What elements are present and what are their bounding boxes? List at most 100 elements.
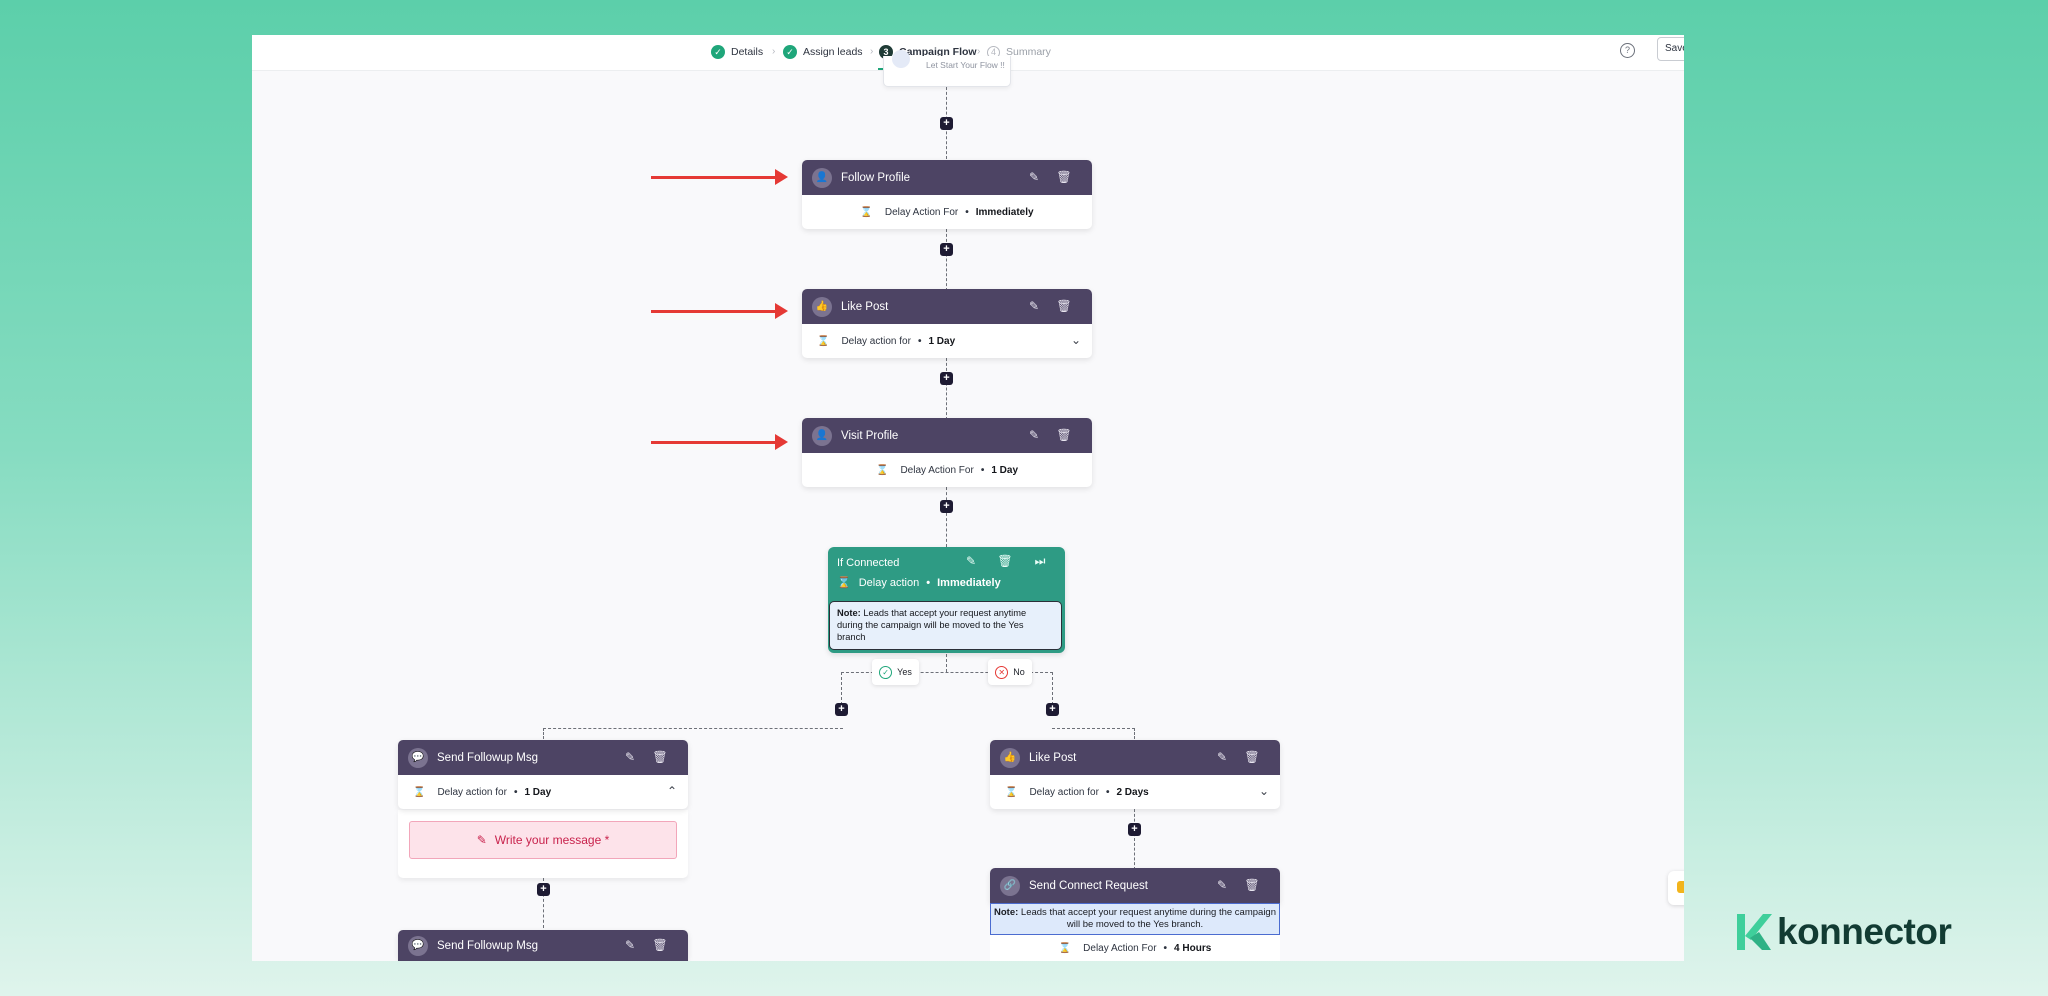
- step-details[interactable]: ✓ Details: [711, 41, 763, 63]
- delay-value: Immediately: [975, 206, 1034, 218]
- separator-dot: •: [1163, 942, 1168, 954]
- user-icon: 👤: [812, 425, 832, 446]
- node-header: 🔗 Send Connect Request ✎ 🗑: [990, 868, 1280, 903]
- node-like-post[interactable]: 👍 Like Post ✎ 🗑 ⌛ Delay action for • 1 D…: [802, 289, 1092, 358]
- hourglass-icon: ⌛: [817, 335, 830, 347]
- trash-icon[interactable]: 🗑: [1056, 298, 1072, 314]
- node-title: Like Post: [1029, 751, 1077, 764]
- trash-icon[interactable]: 🗑: [1056, 427, 1072, 443]
- branch-label: Yes: [897, 667, 912, 677]
- condition-delay: ⌛ Delay action • Immediately: [837, 576, 1001, 590]
- delay-label: Delay action for: [1029, 786, 1099, 798]
- start-icon: [892, 50, 910, 68]
- thumbs-up-icon: 👍: [1000, 747, 1020, 768]
- add-step-button[interactable]: +: [940, 243, 953, 256]
- edit-icon[interactable]: ✎: [1214, 877, 1230, 893]
- node-send-followup-msg-2[interactable]: 💬 Send Followup Msg ✎ 🗑: [398, 930, 688, 961]
- hourglass-icon: ⌛: [875, 464, 889, 476]
- delay-value: 1 Day: [928, 335, 956, 347]
- node-header: 👤 Follow Profile ✎ 🗑: [802, 160, 1092, 195]
- note-label: Note:: [994, 907, 1019, 918]
- node-delay: ⌛ Delay Action For • 1 Day: [802, 453, 1092, 487]
- edit-icon[interactable]: ✎: [622, 937, 638, 953]
- node-delay[interactable]: ⌛ Delay action for • 1 Day ⌄: [802, 324, 1092, 358]
- pencil-icon: ✎: [476, 833, 487, 847]
- separator-dot: •: [926, 576, 931, 589]
- hourglass-icon: ⌛: [837, 577, 851, 589]
- brand-logo: konnector: [1733, 910, 1952, 954]
- delay-value: 1 Day: [524, 786, 552, 798]
- annotation-arrow: [651, 434, 788, 450]
- node-header: 👍 Like Post ✎ 🗑: [802, 289, 1092, 324]
- widget-icon: [1677, 881, 1684, 893]
- skip-icon[interactable]: ⏭: [1032, 553, 1048, 569]
- trash-icon[interactable]: 🗑: [652, 937, 668, 953]
- chevron-down-icon[interactable]: ⌄: [1071, 333, 1081, 347]
- node-send-connect-request[interactable]: 🔗 Send Connect Request ✎ 🗑: [990, 868, 1280, 903]
- check-circle-icon: ✓: [879, 665, 893, 679]
- node-delay[interactable]: ⌛ Delay action for • 2 Days ⌄: [990, 775, 1280, 809]
- hourglass-icon: ⌛: [1005, 786, 1018, 798]
- chevron-up-icon[interactable]: ⌃: [667, 784, 677, 798]
- node-send-followup-msg[interactable]: 💬 Send Followup Msg ✎ 🗑 ⌛ Delay action f…: [398, 740, 688, 809]
- note-label: Note:: [837, 608, 861, 618]
- add-step-button[interactable]: +: [1046, 703, 1059, 716]
- trash-icon[interactable]: 🗑: [997, 553, 1013, 569]
- step-label: Summary: [1006, 46, 1051, 58]
- add-step-button[interactable]: +: [940, 372, 953, 385]
- side-widget-tab[interactable]: [1668, 871, 1684, 905]
- hourglass-icon: ⌛: [860, 206, 873, 218]
- edit-icon[interactable]: ✎: [622, 749, 638, 765]
- connector-line: [946, 358, 947, 420]
- start-node: Let Start Your Flow !!: [883, 50, 1011, 87]
- edit-icon[interactable]: ✎: [1026, 427, 1042, 443]
- add-step-button[interactable]: +: [940, 117, 953, 130]
- node-delay: ⌛ Delay Action For • 4 Hours: [990, 935, 1280, 961]
- delay-label: Delay action for: [437, 786, 507, 798]
- node-follow-profile[interactable]: 👤 Follow Profile ✎ 🗑 ⌛ Delay Action For …: [802, 160, 1092, 229]
- edit-icon[interactable]: ✎: [1214, 749, 1230, 765]
- yes-branch-label[interactable]: ✓ Yes: [872, 659, 919, 685]
- delay-label: Delay Action For: [1083, 942, 1157, 954]
- connector-line: [1052, 728, 1135, 729]
- add-step-button[interactable]: +: [537, 883, 550, 896]
- write-message-input[interactable]: ✎ Write your message *: [409, 821, 677, 859]
- separator-dot: •: [980, 464, 985, 476]
- chevron-right-icon: ›: [870, 46, 874, 57]
- chevron-down-icon[interactable]: ⌄: [1259, 784, 1269, 798]
- separator-dot: •: [513, 786, 518, 798]
- add-step-button[interactable]: +: [940, 500, 953, 513]
- node-like-post-2[interactable]: 👍 Like Post ✎ 🗑 ⌛ Delay action for • 2 D…: [990, 740, 1280, 809]
- connector-line: [946, 229, 947, 291]
- delay-value: 2 Days: [1116, 786, 1149, 798]
- app-window: ✓ Details › ✓ Assign leads › 3 Campaign …: [252, 35, 1684, 961]
- node-header: 👍 Like Post ✎ 🗑: [990, 740, 1280, 775]
- edit-icon[interactable]: ✎: [1026, 298, 1042, 314]
- no-branch-label[interactable]: ✕ No: [988, 659, 1032, 685]
- connector-line: [946, 654, 947, 672]
- trash-icon[interactable]: 🗑: [652, 749, 668, 765]
- trash-icon[interactable]: 🗑: [1056, 169, 1072, 185]
- step-label: Assign leads: [803, 46, 863, 58]
- node-title: Send Followup Msg: [437, 939, 538, 952]
- edit-icon[interactable]: ✎: [963, 553, 979, 569]
- trash-icon[interactable]: 🗑: [1244, 877, 1260, 893]
- node-if-connected[interactable]: If Connected ✎ 🗑 ⏭ ⌛ Delay action • Imme…: [828, 547, 1065, 653]
- help-icon[interactable]: ?: [1620, 43, 1635, 58]
- node-visit-profile[interactable]: 👤 Visit Profile ✎ 🗑 ⌛ Delay Action For •…: [802, 418, 1092, 487]
- konnector-logo-icon: [1733, 910, 1773, 954]
- step-label: Details: [731, 46, 764, 58]
- start-node-label: Let Start Your Flow !!: [926, 60, 1005, 70]
- annotation-arrow: [651, 303, 788, 319]
- node-delay[interactable]: ⌛ Delay action for • 1 Day ⌃: [398, 775, 688, 809]
- separator-dot: •: [965, 206, 969, 218]
- separator-dot: •: [917, 335, 922, 347]
- save-button[interactable]: Save: [1657, 37, 1684, 61]
- add-step-button[interactable]: +: [1128, 823, 1141, 836]
- step-assign-leads[interactable]: ✓ Assign leads: [783, 41, 863, 63]
- add-step-button[interactable]: +: [835, 703, 848, 716]
- thumbs-up-icon: 👍: [812, 296, 832, 317]
- delay-value: Immediately: [937, 576, 1001, 589]
- trash-icon[interactable]: 🗑: [1244, 749, 1260, 765]
- edit-icon[interactable]: ✎: [1026, 169, 1042, 185]
